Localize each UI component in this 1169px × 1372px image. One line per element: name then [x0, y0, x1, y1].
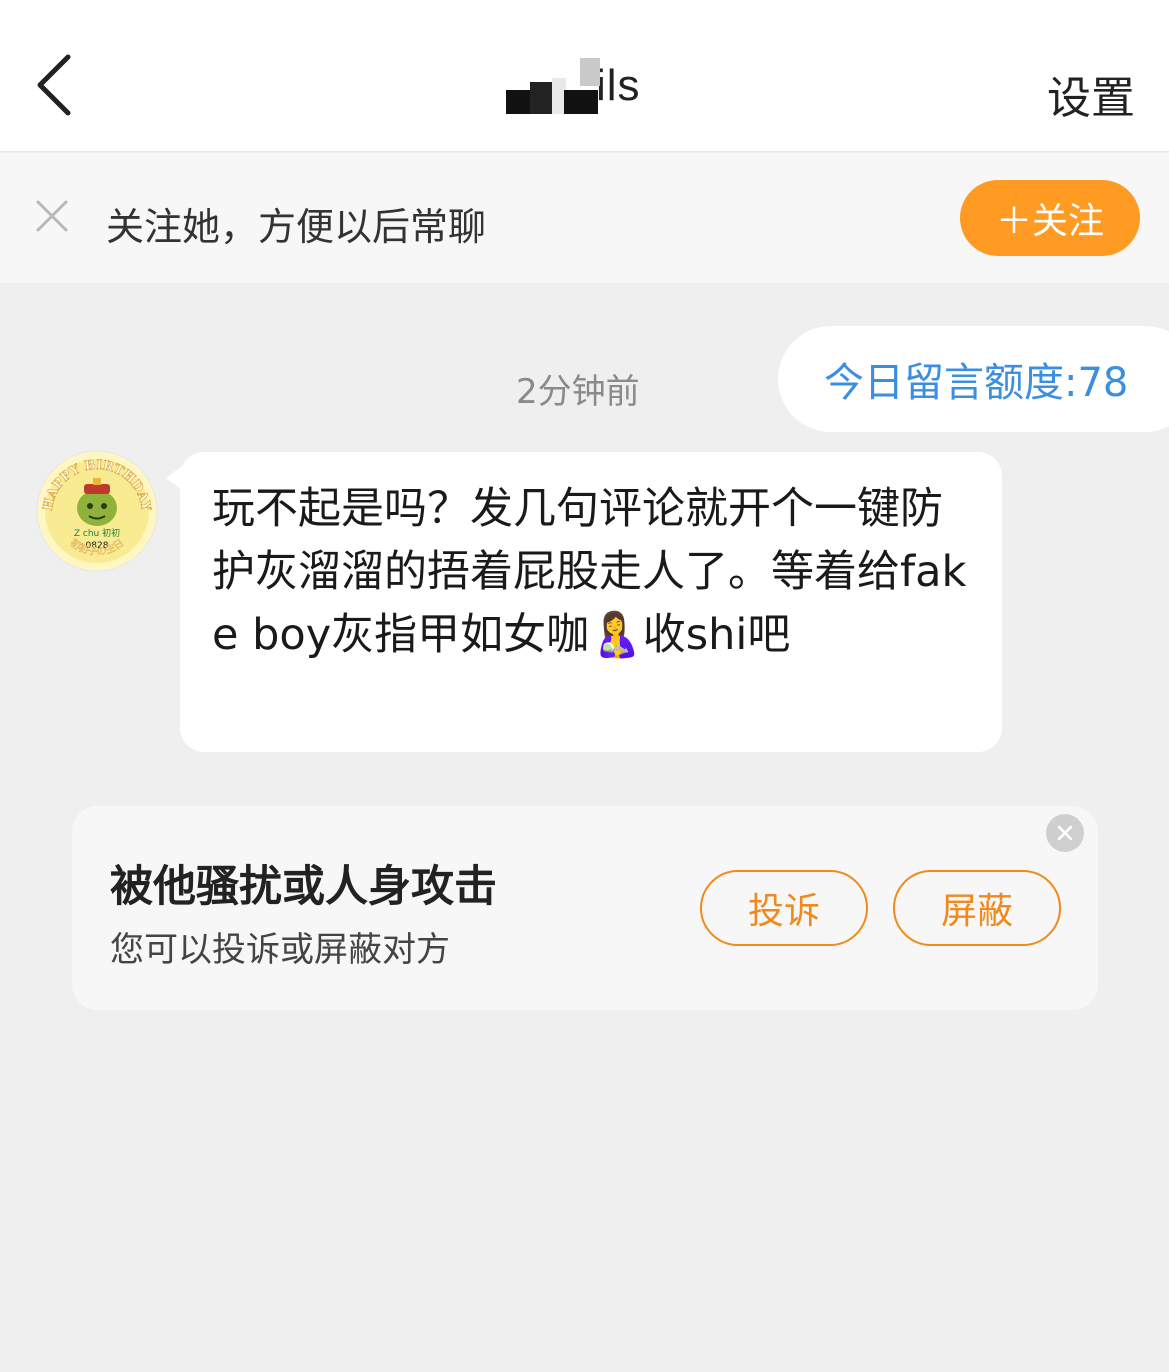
censored-name-mosaic: [504, 58, 600, 114]
avatar-image: HAPPY BIRTHDAY Z chu 初初 0828 初初子の生日: [36, 450, 158, 572]
block-button[interactable]: 屏蔽: [893, 870, 1061, 946]
close-icon: [36, 200, 68, 232]
back-button[interactable]: [26, 50, 82, 120]
message-bubble[interactable]: 玩不起是吗？发几句评论就开个一键防护灰溜溜的捂着屁股走人了。等着给fake bo…: [166, 452, 1002, 752]
follow-prompt-text: 关注她，方便以后常聊: [106, 205, 487, 249]
close-icon: [1057, 825, 1073, 841]
report-card-subtitle: 您可以投诉或屏蔽对方: [110, 930, 450, 970]
follow-button[interactable]: ＋关注: [960, 180, 1140, 256]
chevron-left-icon: [37, 54, 71, 116]
top-nav-bar: ils 设置: [0, 0, 1169, 152]
avatar-inner-text: Z chu 初初: [74, 527, 120, 539]
daily-quota-badge: 今日留言额度:78: [778, 326, 1169, 432]
avatar[interactable]: HAPPY BIRTHDAY Z chu 初初 0828 初初子の生日: [36, 450, 158, 572]
report-card-title: 被他骚扰或人身攻击: [110, 862, 497, 912]
close-card-button[interactable]: [1046, 814, 1084, 852]
dm-chat-screen: ils 设置 关注她，方便以后常聊 ＋关注 2分钟前 今日留言额度:78 HAP…: [0, 0, 1169, 1372]
message-timestamp: 2分钟前: [516, 372, 640, 412]
page-title: ils: [504, 56, 641, 116]
report-button[interactable]: 投诉: [700, 870, 868, 946]
page-title-text: ils: [596, 61, 641, 110]
message-text: 玩不起是吗？发几句评论就开个一键防护灰溜溜的捂着屁股走人了。等着给fake bo…: [212, 484, 967, 660]
settings-button[interactable]: 设置: [1047, 62, 1135, 126]
dismiss-follow-button[interactable]: [32, 196, 72, 236]
